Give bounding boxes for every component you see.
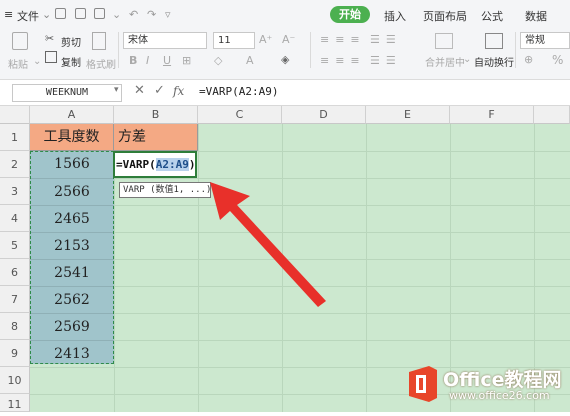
print-preview-icon[interactable] <box>94 8 105 19</box>
percent-icon[interactable]: % <box>552 53 563 67</box>
fill-color-icon[interactable]: ◇ <box>214 54 222 67</box>
undo-icon[interactable]: ↶ <box>129 8 138 21</box>
scissors-icon[interactable]: ✂ <box>45 32 54 45</box>
merge-dropdown-icon[interactable]: ⌄ <box>463 54 471 65</box>
paste-button[interactable]: 粘贴 <box>8 56 28 71</box>
watermark-url: www.office26.com <box>449 389 550 402</box>
tab-start[interactable]: 开始 <box>330 6 370 23</box>
formula-input[interactable]: =VARP(A2:A9) <box>199 85 278 98</box>
menu-bar: ≡ 文件 ⌄ ⌄ ↶ ↷ ▿ 开始 插入 页面布局 公式 数据 <box>0 0 570 30</box>
wrap-text-icon[interactable] <box>485 33 503 49</box>
number-format-select[interactable]: 常规 <box>520 32 570 49</box>
name-box[interactable]: WEEKNUM <box>12 84 122 102</box>
print-icon[interactable] <box>75 8 86 19</box>
confirm-icon[interactable]: ✓ <box>154 83 165 98</box>
paste-dropdown-icon[interactable]: ⌄ <box>33 56 41 67</box>
hamburger-menu-icon[interactable]: ≡ <box>4 8 13 21</box>
print-preview-dropdown-icon[interactable]: ⌄ <box>112 8 121 21</box>
bold-icon[interactable]: B <box>129 54 137 67</box>
italic-icon[interactable]: I <box>146 54 149 67</box>
merge-center-icon[interactable] <box>435 33 453 49</box>
tab-formulas[interactable]: 公式 <box>481 8 503 24</box>
wrap-text-button[interactable]: 自动换行 <box>474 54 514 69</box>
tab-data[interactable]: 数据 <box>525 8 547 24</box>
file-dropdown-icon[interactable]: ⌄ <box>42 8 51 21</box>
ribbon-divider <box>515 32 516 68</box>
indent-icons[interactable]: ☰☰ <box>370 33 402 46</box>
formula-bar: WEEKNUM ▾ ✕ ✓ fx =VARP(A2:A9) <box>0 80 570 106</box>
horizontal-align-icons[interactable]: ≡≡≡ <box>320 54 366 67</box>
format-painter-button[interactable]: 格式刷 <box>86 56 116 71</box>
increase-font-icon[interactable]: A⁺ <box>259 33 272 46</box>
file-menu[interactable]: 文件 <box>17 8 39 24</box>
watermark-brand: Office教程网 <box>443 369 562 391</box>
decrease-font-icon[interactable]: A⁻ <box>282 33 295 46</box>
quick-access-dropdown-icon[interactable]: ▿ <box>165 8 171 21</box>
redo-icon[interactable]: ↷ <box>147 8 156 21</box>
font-size-select[interactable]: 11 <box>213 32 255 49</box>
ribbon-divider <box>310 32 311 68</box>
font-color-icon[interactable]: A <box>246 54 254 67</box>
name-box-dropdown-icon[interactable]: ▾ <box>114 85 119 95</box>
vertical-align-icons[interactable]: ≡≡≡ <box>320 33 366 46</box>
border-icon[interactable]: ⊞ <box>182 54 191 67</box>
distribute-icons[interactable]: ☰☰ <box>370 54 402 67</box>
currency-icon[interactable]: ⊕ <box>524 53 533 66</box>
insert-function-icon[interactable]: fx <box>173 84 184 98</box>
tab-insert[interactable]: 插入 <box>384 8 406 24</box>
font-name-select[interactable]: 宋体 <box>123 32 207 49</box>
copy-icon[interactable] <box>45 51 57 63</box>
cancel-icon[interactable]: ✕ <box>134 83 145 98</box>
save-icon[interactable] <box>55 8 66 19</box>
underline-icon[interactable]: U <box>163 54 171 67</box>
format-painter-icon[interactable] <box>92 32 106 50</box>
cut-button[interactable]: 剪切 <box>61 34 81 49</box>
ribbon-divider <box>118 32 119 68</box>
paste-icon[interactable] <box>12 32 28 50</box>
ribbon: 粘贴 ⌄ ✂ 剪切 复制 格式刷 宋体 11 A⁺ A⁻ B I U ⊞ ◇ A… <box>0 30 570 80</box>
copy-button[interactable]: 复制 <box>61 54 81 69</box>
arrow-shape <box>210 182 326 307</box>
clear-format-icon[interactable]: ◈ <box>281 53 289 66</box>
merge-center-button[interactable]: 合并居中 <box>425 54 465 69</box>
tab-page-layout[interactable]: 页面布局 <box>423 8 467 24</box>
office-logo-icon <box>409 366 437 402</box>
